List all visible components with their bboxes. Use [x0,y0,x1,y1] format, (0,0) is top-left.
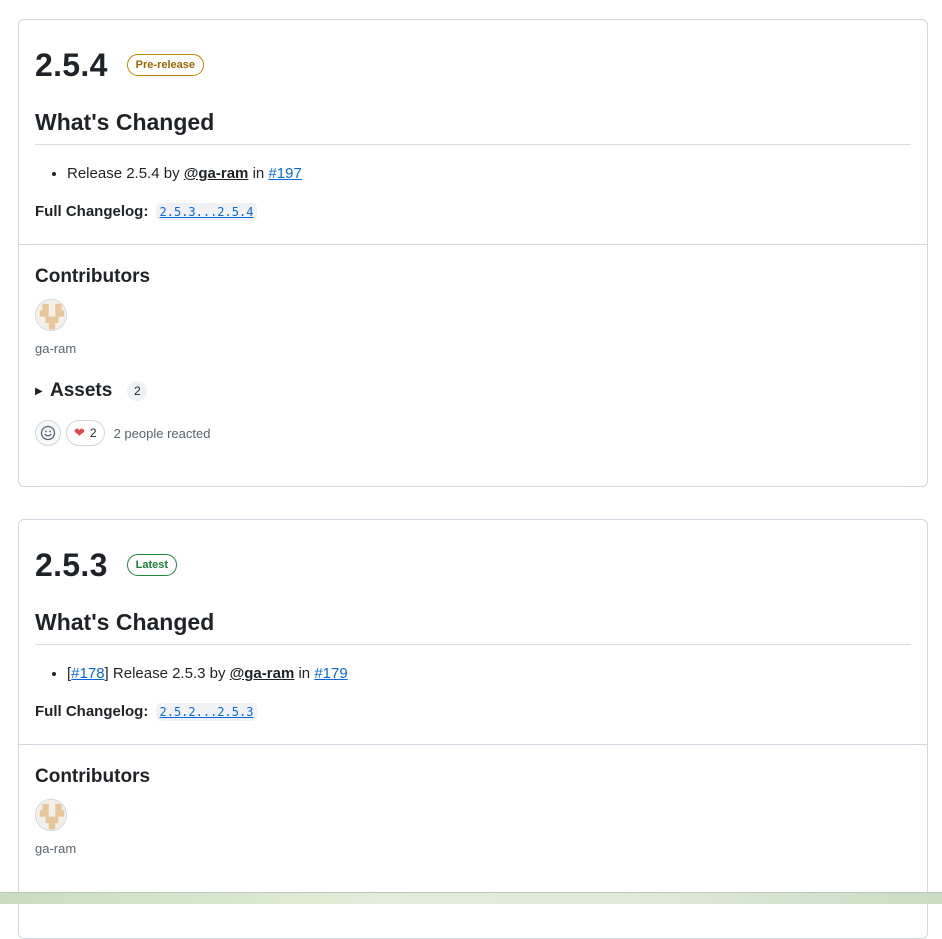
contributors-heading: Contributors [35,766,151,787]
assets-count-badge: 2 [127,381,148,401]
identicon-avatar-icon [36,800,66,830]
contributor-name[interactable]: ga-ram [35,840,911,858]
os-taskbar [0,892,942,904]
release-version-link[interactable]: 2.5.3 [35,542,108,588]
prerelease-badge: Pre-release [126,54,204,76]
version-row: 2.5.4 Pre-release [35,42,911,88]
assets-label: Assets [50,380,113,401]
triangle-right-icon: ▶ [35,385,43,397]
full-changelog-label: Full Changelog [35,203,144,220]
change-list: [#178] Release 2.5.3 by @ga-ram in #179 [35,662,911,686]
heart-reaction-button[interactable]: ❤ 2 [66,420,105,446]
release-version-link[interactable]: 2.5.4 [35,42,108,88]
avatar[interactable] [35,799,67,831]
compare-link[interactable]: 2.5.3...2.5.4 [155,203,258,221]
add-reaction-button[interactable] [35,420,61,446]
identicon-avatar-icon [36,300,66,330]
full-changelog-colon: : [143,203,149,220]
pull-request-link[interactable]: #179 [314,665,347,682]
full-changelog-label: Full Changelog [35,703,144,720]
user-mention-link[interactable]: @ga-ram [184,165,249,182]
whats-changed-heading: What's Changed [35,88,911,145]
avatar[interactable] [35,299,67,331]
smiley-icon [40,425,56,441]
compare-link[interactable]: 2.5.2...2.5.3 [155,703,258,721]
change-prefix-close: ] [104,665,113,682]
change-text: Release 2.5.4 by [67,165,184,182]
release-header: 2.5.4 Pre-release What's Changed Release… [19,20,927,244]
change-list: Release 2.5.4 by @ga-ram in #197 [35,162,911,186]
full-changelog: Full Changelog: 2.5.2...2.5.3 [35,700,911,744]
pull-request-link[interactable]: #197 [268,165,301,182]
reactions-summary: 2 people reacted [113,425,211,441]
list-item: Release 2.5.4 by @ga-ram in #197 [67,162,911,186]
latest-badge: Latest [126,554,178,576]
reactions-row: ❤ 2 2 people reacted [35,420,911,446]
release-card: 2.5.3 Latest What's Changed [#178] Relea… [18,519,928,939]
full-changelog-colon: : [143,703,149,720]
whats-changed-heading: What's Changed [35,588,911,645]
user-mention-link[interactable]: @ga-ram [230,665,295,682]
version-row: 2.5.3 Latest [35,542,911,588]
release-footer: Contributors ga-ram [19,745,927,858]
contributor-name[interactable]: ga-ram [35,340,911,358]
change-in-text: in [294,665,315,682]
full-changelog: Full Changelog: 2.5.3...2.5.4 [35,200,911,244]
release-card: 2.5.4 Pre-release What's Changed Release… [18,19,928,487]
change-in-text: in [248,165,269,182]
issue-link[interactable]: #178 [71,665,104,682]
release-footer: Contributors ga-ram ▶ Assets 2 ❤ 2 2 peo… [19,245,927,446]
heart-icon: ❤ [74,425,85,440]
release-header: 2.5.3 Latest What's Changed [#178] Relea… [19,520,927,744]
assets-toggle[interactable]: ▶ Assets 2 [35,378,911,404]
contributors-heading: Contributors [35,266,151,287]
list-item: [#178] Release 2.5.3 by @ga-ram in #179 [67,662,911,686]
change-text: Release 2.5.3 by [112,665,230,682]
heart-count: 2 [89,426,97,440]
